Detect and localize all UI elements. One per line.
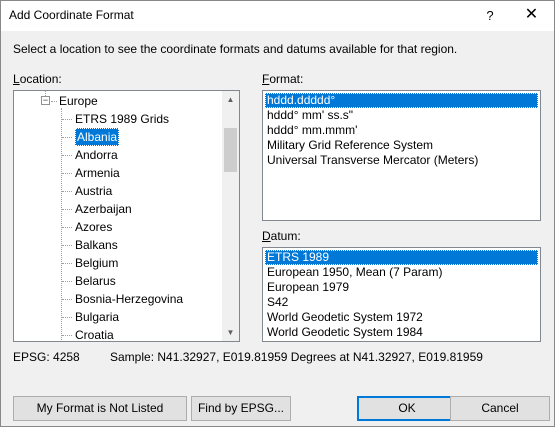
datum-list-item[interactable]: European 1950, Mean (7 Param) (265, 265, 444, 280)
tree-node-label: Bulgaria (75, 310, 120, 324)
tree-connector (62, 335, 72, 336)
tree-node-label: Bosnia-Herzegovina (75, 292, 184, 306)
tree-node-label: Armenia (75, 166, 120, 180)
tree-node-label: Belarus (75, 274, 116, 288)
tree-node-label: Belgium (75, 256, 119, 270)
format-list-item[interactable]: hddd.ddddd° (265, 93, 538, 108)
dialog-title: Add Coordinate Format (9, 8, 134, 22)
tree-connector (62, 191, 72, 192)
tree-node-label: Albania (75, 128, 120, 146)
location-label-accesskey: L (13, 72, 20, 86)
tree-connector (62, 155, 72, 156)
datum-label-accesskey: D (262, 229, 271, 243)
format-list-item[interactable]: Universal Transverse Mercator (Meters) (265, 153, 480, 168)
find-by-epsg-button[interactable]: Find by EPSG... (191, 396, 291, 421)
tree-node-label: Croatia (75, 328, 114, 342)
tree-scrollbar[interactable]: ▲ ▼ (222, 91, 239, 341)
datum-list-item[interactable]: S42 (265, 295, 290, 310)
instruction-text: Select a location to see the coordinate … (13, 42, 458, 56)
tree-connector (51, 101, 57, 102)
add-coordinate-format-dialog: Add Coordinate Format ? ✕ Select a locat… (0, 0, 555, 427)
datum-label-text: atum: (270, 229, 301, 243)
tree-connector (62, 317, 72, 318)
help-button[interactable]: ? (471, 1, 509, 31)
epsg-code: EPSG: 4258 (13, 350, 80, 364)
location-label-text: ocation: (19, 72, 62, 86)
location-label: Location: (13, 72, 62, 86)
tree-node-label: Azores (75, 220, 113, 234)
sample-text: Sample: N41.32927, E019.81959 Degrees at… (110, 350, 483, 364)
tree-node-label: Azerbaijan (75, 202, 132, 216)
tree-connector (62, 227, 72, 228)
tree-connector (62, 281, 72, 282)
datum-label: Datum: (262, 229, 301, 243)
datum-list-item[interactable]: European 1979 (265, 280, 351, 295)
format-label: Format: (262, 72, 303, 86)
tree-node-label: Austria (75, 184, 113, 198)
format-list[interactable]: hddd.ddddd° hddd° mm' ss.s" hddd° mm.mmm' M… (262, 90, 541, 221)
tree-connector (62, 245, 72, 246)
datum-list-item[interactable]: World Geodetic System 1972 (265, 310, 425, 325)
tree-connector (61, 108, 62, 341)
tree-connector (62, 209, 72, 210)
tree-connector (62, 263, 72, 264)
my-format-not-listed-button[interactable]: My Format is Not Listed (13, 396, 187, 421)
title-bar[interactable]: Add Coordinate Format ? ✕ (1, 1, 554, 31)
tree-node-label: ETRS 1989 Grids (75, 112, 170, 126)
collapse-icon[interactable]: − (41, 96, 50, 105)
format-list-item[interactable]: Military Grid Reference System (265, 138, 435, 153)
datum-list-item[interactable]: ETRS 1989 (265, 250, 538, 265)
format-list-item[interactable]: hddd° mm.mmm' (265, 123, 359, 138)
tree-connector (62, 119, 72, 120)
tree-connector (62, 137, 72, 138)
tree-node-label: Europe (59, 94, 98, 108)
tree-connector (62, 299, 72, 300)
location-tree[interactable]: − Europe ETRS 1989 Grids Albania Andorra Ar… (13, 90, 240, 342)
tree-node-label: Balkans (75, 238, 118, 252)
format-label-text: ormat: (269, 72, 304, 86)
datum-list-item[interactable]: World Geodetic System 1984 (265, 325, 425, 340)
tree-node-label: Andorra (75, 148, 118, 162)
scroll-thumb[interactable] (224, 128, 237, 172)
format-list-item[interactable]: hddd° mm' ss.s" (265, 108, 355, 123)
close-button[interactable]: ✕ (509, 1, 554, 31)
ok-button[interactable]: OK (357, 396, 457, 421)
scroll-up-arrow-icon[interactable]: ▲ (222, 91, 239, 108)
cancel-button[interactable]: Cancel (450, 396, 550, 421)
datum-list[interactable]: ETRS 1989 European 1950, Mean (7 Param) Eu… (262, 247, 541, 342)
scroll-down-arrow-icon[interactable]: ▼ (222, 324, 239, 341)
tree-connector (62, 173, 72, 174)
